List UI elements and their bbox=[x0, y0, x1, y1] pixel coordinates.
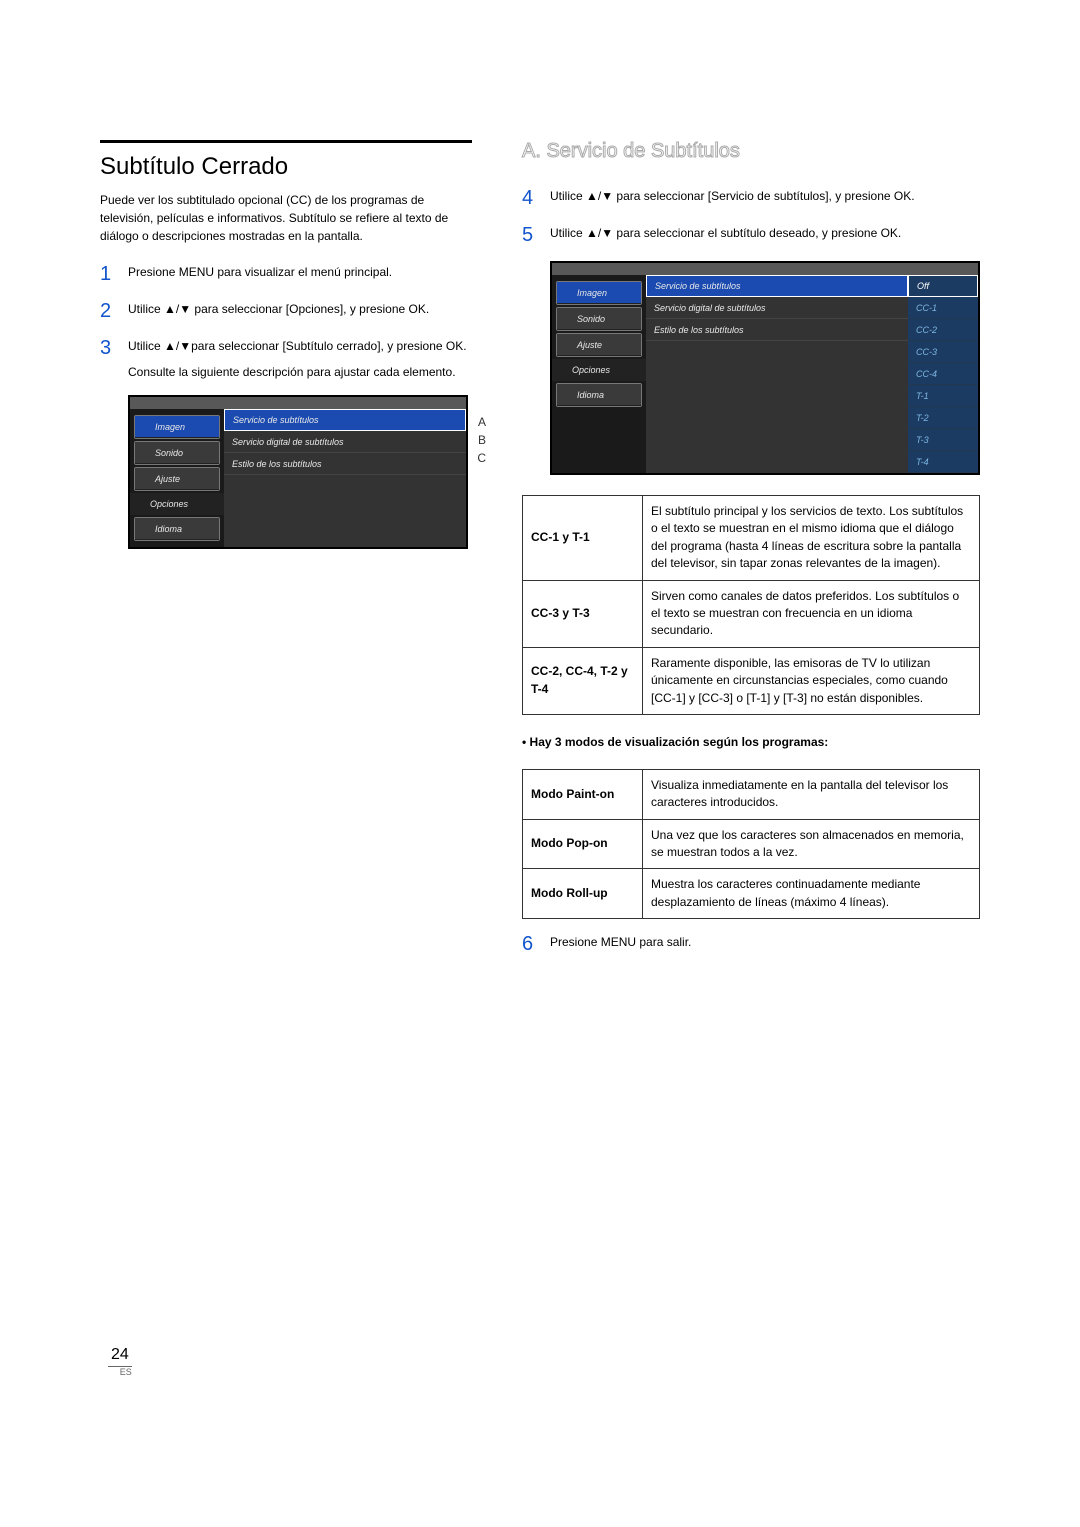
step-text: Presione MENU para visualizar el menú pr… bbox=[128, 263, 472, 281]
osd-body: Imagen Sonido Ajuste Opciones Idioma Ser… bbox=[552, 275, 978, 473]
table-row: Modo Pop-on Una vez que los caracteres s… bbox=[523, 819, 980, 869]
osd-nav-item: Opciones bbox=[552, 359, 646, 381]
cell-val: Muestra los caracteres continuadamente m… bbox=[643, 869, 980, 919]
left-column: Subtítulo Cerrado Puede ver los subtitul… bbox=[100, 140, 472, 970]
osd-menu-screenshot: Imagen Sonido Ajuste Opciones Idioma Ser… bbox=[128, 395, 468, 549]
page-lang: ES bbox=[108, 1367, 132, 1377]
page-number: 24 ES bbox=[108, 1346, 132, 1377]
osd-nav-item: Sonido bbox=[135, 442, 219, 464]
osd-mid-row: Servicio de subtítulos bbox=[646, 275, 908, 297]
osd-header bbox=[552, 263, 978, 275]
step-text: Utilice ▲/▼ para seleccionar [Servicio d… bbox=[550, 187, 980, 205]
caption-modes-table: CC-1 y T-1 El subtítulo principal y los … bbox=[522, 495, 980, 715]
cell-val: Sirven como canales de datos preferidos.… bbox=[643, 580, 980, 647]
osd-right-row: CC-2 bbox=[908, 319, 978, 341]
outline-text: A. Servicio de Subtítulos bbox=[522, 140, 740, 162]
cell-key: CC-3 y T-3 bbox=[523, 580, 643, 647]
osd-mid-panel: Servicio de subtítulos Servicio digital … bbox=[646, 275, 908, 473]
cell-key: Modo Roll-up bbox=[523, 869, 643, 919]
step-5: 5 Utilice ▲/▼ para seleccionar el subtít… bbox=[522, 224, 980, 247]
cell-val: Visualiza inmediatamente en la pantalla … bbox=[643, 769, 980, 819]
cell-key: CC-2, CC-4, T-2 y T-4 bbox=[523, 647, 643, 714]
osd-nav-item: Ajuste bbox=[135, 468, 219, 490]
step-text-main: Utilice ▲/▼para seleccionar [Subtítulo c… bbox=[128, 339, 467, 353]
step-number: 5 bbox=[522, 224, 538, 247]
step-6: 6 Presione MENU para salir. bbox=[522, 933, 980, 956]
osd-menu-screenshot-2: Imagen Sonido Ajuste Opciones Idioma Ser… bbox=[550, 261, 980, 475]
callout-a: A bbox=[478, 415, 486, 429]
osd-right-row: CC-3 bbox=[908, 341, 978, 363]
cell-key: Modo Paint-on bbox=[523, 769, 643, 819]
osd-mid-panel: Servicio de subtítulos Servicio digital … bbox=[224, 409, 466, 547]
section-title: Subtítulo Cerrado bbox=[100, 153, 472, 181]
osd-nav-item: Imagen bbox=[135, 416, 219, 438]
osd-nav-item: Idioma bbox=[557, 384, 641, 406]
step-text: Utilice ▲/▼para seleccionar [Subtítulo c… bbox=[128, 337, 472, 381]
step-text: Utilice ▲/▼ para seleccionar el subtítul… bbox=[550, 224, 980, 242]
osd-right-row: T-1 bbox=[908, 385, 978, 407]
bullet-heading: • Hay 3 modos de visualización según los… bbox=[522, 735, 980, 749]
step-number: 1 bbox=[100, 263, 116, 286]
osd-right-row: T-2 bbox=[908, 407, 978, 429]
osd-nav-item: Imagen bbox=[557, 282, 641, 304]
osd-right-panel: Off CC-1 CC-2 CC-3 CC-4 T-1 T-2 T-3 T-4 bbox=[908, 275, 978, 473]
osd-nav-item: Opciones bbox=[130, 493, 224, 515]
osd-header bbox=[130, 397, 466, 409]
callout-b: B bbox=[478, 433, 486, 447]
table-row: CC-3 y T-3 Sirven como canales de datos … bbox=[523, 580, 980, 647]
osd-right-row: Off bbox=[908, 275, 978, 297]
osd-right-row: T-4 bbox=[908, 451, 978, 473]
cell-val: Una vez que los caracteres son almacenad… bbox=[643, 819, 980, 869]
osd-mid-row: Estilo de los subtítulos bbox=[646, 319, 908, 341]
intro-paragraph: Puede ver los subtitulado opcional (CC) … bbox=[100, 191, 472, 245]
step-number: 2 bbox=[100, 300, 116, 323]
osd-mid-row: Estilo de los subtítulos bbox=[224, 453, 466, 475]
osd-body: Imagen Sonido Ajuste Opciones Idioma Ser… bbox=[130, 409, 466, 547]
table-row: CC-2, CC-4, T-2 y T-4 Raramente disponib… bbox=[523, 647, 980, 714]
cell-val: El subtítulo principal y los servicios d… bbox=[643, 496, 980, 581]
step-2: 2 Utilice ▲/▼ para seleccionar [Opciones… bbox=[100, 300, 472, 323]
step-3: 3 Utilice ▲/▼para seleccionar [Subtítulo… bbox=[100, 337, 472, 381]
subsection-title: A. Servicio de Subtítulos bbox=[522, 140, 980, 163]
cell-val: Raramente disponible, las emisoras de TV… bbox=[643, 647, 980, 714]
step-text: Presione MENU para salir. bbox=[550, 933, 980, 951]
step-number: 4 bbox=[522, 187, 538, 210]
display-modes-table: Modo Paint-on Visualiza inmediatamente e… bbox=[522, 769, 980, 919]
page-number-value: 24 bbox=[108, 1346, 132, 1367]
osd-left-nav: Imagen Sonido Ajuste Opciones Idioma bbox=[130, 409, 224, 547]
step-1: 1 Presione MENU para visualizar el menú … bbox=[100, 263, 472, 286]
step-4: 4 Utilice ▲/▼ para seleccionar [Servicio… bbox=[522, 187, 980, 210]
osd-right-row: CC-1 bbox=[908, 297, 978, 319]
osd-nav-item: Idioma bbox=[135, 518, 219, 540]
osd-mid-row: Servicio digital de subtítulos bbox=[224, 431, 466, 453]
callout-c: C bbox=[477, 451, 486, 465]
osd-right-row: CC-4 bbox=[908, 363, 978, 385]
table-row: CC-1 y T-1 El subtítulo principal y los … bbox=[523, 496, 980, 581]
step-text-sub: Consulte la siguiente descripción para a… bbox=[128, 363, 472, 381]
step-number: 6 bbox=[522, 933, 538, 956]
step-number: 3 bbox=[100, 337, 116, 360]
table-row: Modo Paint-on Visualiza inmediatamente e… bbox=[523, 769, 980, 819]
page-content: Subtítulo Cerrado Puede ver los subtitul… bbox=[0, 0, 1080, 1010]
cell-key: Modo Pop-on bbox=[523, 819, 643, 869]
cell-key: CC-1 y T-1 bbox=[523, 496, 643, 581]
table-row: Modo Roll-up Muestra los caracteres cont… bbox=[523, 869, 980, 919]
rule-line bbox=[100, 140, 472, 143]
osd-nav-item: Sonido bbox=[557, 308, 641, 330]
osd-nav-item: Ajuste bbox=[557, 334, 641, 356]
right-column: A. Servicio de Subtítulos 4 Utilice ▲/▼ … bbox=[522, 140, 980, 970]
step-text: Utilice ▲/▼ para seleccionar [Opciones],… bbox=[128, 300, 472, 318]
osd-right-row: T-3 bbox=[908, 429, 978, 451]
osd-left-nav: Imagen Sonido Ajuste Opciones Idioma bbox=[552, 275, 646, 473]
osd-mid-row: Servicio de subtítulos bbox=[224, 409, 466, 431]
osd-mid-row: Servicio digital de subtítulos bbox=[646, 297, 908, 319]
